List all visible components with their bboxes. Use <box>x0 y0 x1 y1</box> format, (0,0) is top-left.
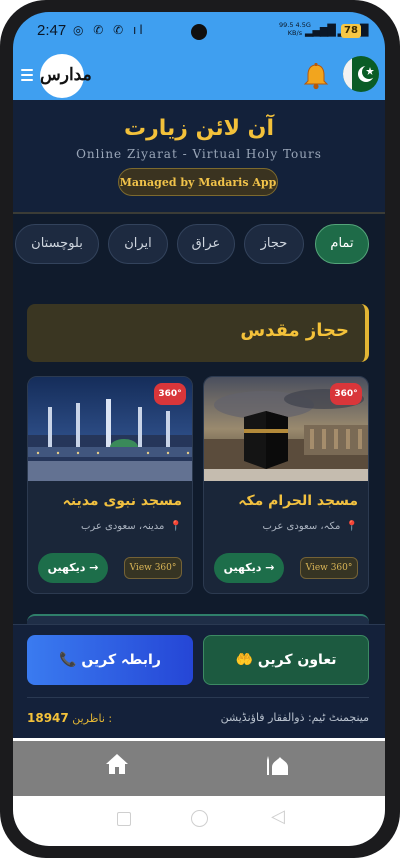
cooperate-button[interactable]: 🤲 تعاون کریں <box>203 635 369 685</box>
contact-label: رابطہ کریں <box>81 652 161 668</box>
status-time: 2:47 <box>37 22 67 39</box>
badge-360: 360° <box>330 383 362 405</box>
tab-iraq[interactable]: عراق <box>177 224 235 264</box>
page-subtitle: Online Ziyarat - Virtual Holy Tours <box>76 147 322 161</box>
contact-button[interactable]: 📞 رابطہ کریں <box>27 635 193 685</box>
bottom-panel: 📞 رابطہ کریں 🤲 تعاون کریں 18947 ناظرین :… <box>13 624 385 741</box>
section-title: حجاز مقدس <box>240 320 349 341</box>
bottom-nav <box>13 738 385 797</box>
managed-by-badge: Managed by Madaris App <box>118 168 278 196</box>
network-speed-unit: KB/s <box>287 29 303 37</box>
bell-icon[interactable] <box>303 62 329 90</box>
app-bar: مدارس <box>13 52 385 100</box>
praying-hands-icon: 🤲 <box>235 652 253 668</box>
category-tabs: تمام حجاز عراق ایران بلوچستان <box>13 214 385 274</box>
page-title: آن لائن زیارت <box>123 116 275 141</box>
camera-cutout <box>191 24 207 40</box>
screen: 2:47 ◎ ✆ ✆ ıl 99.5 4.5G KB/s ▂▄▆█ ▂▄▆█ 7… <box>13 12 385 846</box>
pakistan-flag-icon[interactable] <box>343 56 379 92</box>
tab-hijaz[interactable]: حجاز <box>244 224 304 264</box>
recents-icon[interactable] <box>117 812 131 826</box>
card-location-text: مدینہ، سعودی عرب <box>80 521 165 532</box>
divider <box>27 697 369 698</box>
menu-icon[interactable] <box>21 69 33 84</box>
visitor-count-label: ناظرین : <box>72 712 113 725</box>
tab-all[interactable]: تمام <box>315 224 369 264</box>
tab-iran[interactable]: ایران <box>108 224 168 264</box>
view-360-button[interactable]: View 360° <box>300 557 358 579</box>
visitor-count-value: 18947 <box>27 711 69 725</box>
card-location-text: مکہ، سعودی عرب <box>262 521 341 532</box>
section-header: حجاز مقدس <box>27 304 369 362</box>
pin-icon: 📍 <box>169 521 182 532</box>
system-nav-bar: ◁ <box>13 796 385 846</box>
phone-frame: 2:47 ◎ ✆ ✆ ıl 99.5 4.5G KB/s ▂▄▆█ ▂▄▆█ 7… <box>0 0 400 858</box>
back-icon[interactable]: ◁ <box>271 806 285 827</box>
battery-icon: 78 <box>341 24 361 38</box>
card-location: مدینہ، سعودی عرب 📍 <box>81 521 182 532</box>
home-system-icon[interactable] <box>191 810 208 827</box>
phone-icon: 📞 <box>59 652 77 668</box>
card-location: مکہ، سعودی عرب 📍 <box>262 521 358 532</box>
card-masjid-nabawi[interactable]: 360° مسجد نبوی مدینہ مدینہ، سعودی عرب 📍 … <box>27 376 193 594</box>
view-360-button[interactable]: View 360° <box>124 557 182 579</box>
tab-balochistan[interactable]: بلوچستان <box>15 224 99 264</box>
view-button[interactable]: دیکھیں → <box>38 553 108 583</box>
hero-header: آن لائن زیارت Online Ziyarat - Virtual H… <box>13 100 385 214</box>
card-title: مسجد الحرام مکہ <box>238 493 358 509</box>
home-icon[interactable] <box>105 753 129 775</box>
cooperate-label: تعاون کریں <box>257 652 337 668</box>
management-text: مینجمنٹ ٹیم: ذوالفقار فاؤنڈیشن <box>220 711 369 724</box>
card-title: مسجد نبوی مدینہ <box>62 493 182 509</box>
card-masjid-al-haram[interactable]: 360° مسجد الحرام مکہ مکہ، سعودی عرب 📍 دی… <box>203 376 369 594</box>
mosque-icon[interactable] <box>266 755 290 775</box>
notification-icons: ◎ ✆ ✆ ıl <box>73 23 146 37</box>
pin-icon: 📍 <box>345 521 358 532</box>
visitor-count: 18947 ناظرین : <box>27 711 112 725</box>
app-logo[interactable]: مدارس <box>40 54 92 98</box>
badge-360: 360° <box>154 383 186 405</box>
status-bar: 2:47 ◎ ✆ ✆ ıl 99.5 4.5G KB/s ▂▄▆█ ▂▄▆█ 7… <box>13 12 385 52</box>
view-button[interactable]: دیکھیں → <box>214 553 284 583</box>
